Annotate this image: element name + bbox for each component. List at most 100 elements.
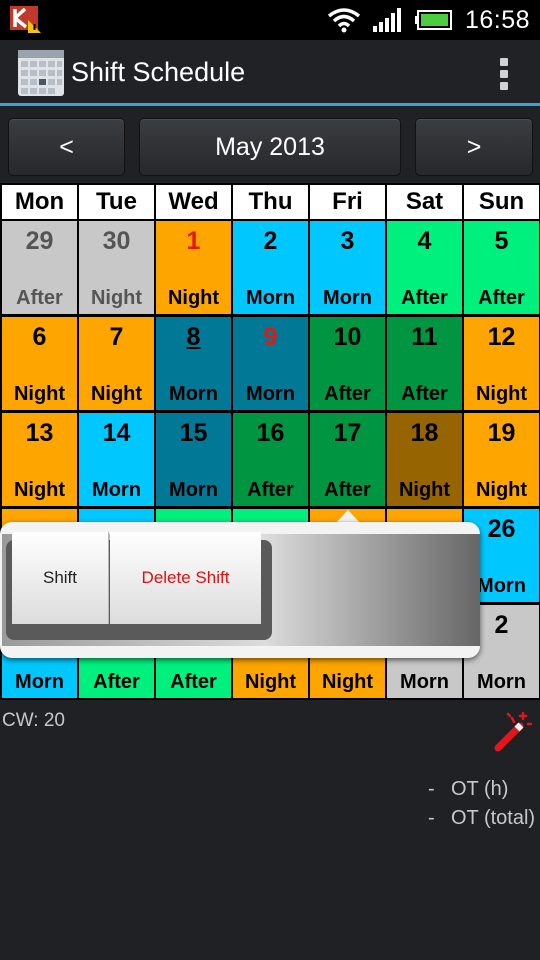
next-month-button[interactable]: > <box>415 118 533 176</box>
day-cell[interactable]: 7 Night <box>79 317 154 410</box>
shift-label: After <box>170 671 217 693</box>
day-cell[interactable]: 3 Morn <box>310 221 385 314</box>
day-number: 10 <box>333 323 362 351</box>
app-title: Shift Schedule <box>71 57 246 87</box>
day-cell[interactable]: 10 After <box>310 317 385 410</box>
day-number: 19 <box>487 419 516 447</box>
day-cell[interactable]: 8 Morn <box>156 317 231 410</box>
signal-icon <box>372 8 401 32</box>
weekday-header: Sat <box>387 185 462 219</box>
day-cell[interactable]: 29 After <box>2 221 77 314</box>
shift-label: Night <box>13 383 66 405</box>
shift-label: After <box>401 287 448 309</box>
shift-label: Night <box>475 383 528 405</box>
day-number: 2 <box>263 227 278 255</box>
weekday-header: Mon <box>2 185 77 219</box>
shift-label: Morn <box>15 671 64 693</box>
shift-label: After <box>16 287 63 309</box>
day-number: 11 <box>411 323 438 351</box>
wifi-icon <box>327 8 361 33</box>
shift-label: After <box>93 671 140 693</box>
magic-wand-icon[interactable] <box>492 710 532 754</box>
shift-label: Night <box>475 479 528 501</box>
ot-total-row: - OT (total) <box>428 807 535 830</box>
clock: 16:58 <box>464 5 530 34</box>
shift-label: Night <box>398 479 451 501</box>
shift-label: Morn <box>246 383 295 405</box>
shift-label: After <box>324 479 371 501</box>
calendar-week-label: CW: 20 <box>2 710 66 731</box>
shift-label: Morn <box>92 479 141 501</box>
day-cell[interactable]: 5 After <box>464 221 539 314</box>
shift-label: Night <box>167 287 220 309</box>
previous-month-button[interactable]: < <box>8 118 125 176</box>
day-cell[interactable]: 11 After <box>387 317 462 410</box>
delete-shift-button[interactable]: Delete Shift <box>110 532 261 624</box>
day-cell[interactable]: 9 Morn <box>233 317 308 410</box>
weekday-header: Sun <box>464 185 539 219</box>
status-bar: 16:58 <box>0 0 540 40</box>
weekday-header: Thu <box>233 185 308 219</box>
ot-hours-value: - <box>428 778 435 800</box>
calendar-app-icon[interactable] <box>18 50 64 96</box>
day-cell[interactable]: 2 Morn <box>233 221 308 314</box>
day-number: 15 <box>179 419 208 447</box>
day-number: 4 <box>417 227 432 255</box>
ot-total-label: OT (total) <box>451 807 536 829</box>
shift-label: Morn <box>246 287 295 309</box>
day-number: 12 <box>487 323 516 351</box>
day-number: 3 <box>340 227 355 255</box>
ot-hours-row: - OT (h) <box>428 778 508 801</box>
day-number: 16 <box>256 419 285 447</box>
shift-label: Morn <box>400 671 449 693</box>
day-number: 18 <box>410 419 439 447</box>
shift-label: After <box>478 287 525 309</box>
day-number: 5 <box>494 227 509 255</box>
shift-button[interactable]: Shift <box>12 532 109 624</box>
shift-label: After <box>324 383 371 405</box>
day-number: 17 <box>333 419 362 447</box>
shift-popup: Shift Delete Shift <box>0 522 480 658</box>
day-cell[interactable]: 14 Morn <box>79 413 154 506</box>
month-navigation: < May 2013 > <box>0 109 540 183</box>
weekday-header: Tue <box>79 185 154 219</box>
day-cell[interactable]: 19 Night <box>464 413 539 506</box>
ot-hours-label: OT (h) <box>451 778 509 800</box>
day-cell[interactable]: 17 After <box>310 413 385 506</box>
day-number: 30 <box>102 227 131 255</box>
day-cell[interactable]: 6 Night <box>2 317 77 410</box>
shift-label: Morn <box>323 287 372 309</box>
day-cell[interactable]: 4 After <box>387 221 462 314</box>
overflow-menu-icon[interactable] <box>498 58 510 92</box>
day-cell[interactable]: 1 Night <box>156 221 231 314</box>
shift-label: Night <box>90 287 143 309</box>
day-number: 29 <box>25 227 54 255</box>
day-cell[interactable]: 16 After <box>233 413 308 506</box>
shift-label: Night <box>244 671 297 693</box>
weekday-header: Wed <box>156 185 231 219</box>
shift-label: Morn <box>169 383 218 405</box>
day-number: 6 <box>32 323 47 351</box>
day-cell[interactable]: 12 Night <box>464 317 539 410</box>
shift-label: Morn <box>169 479 218 501</box>
shift-label: Night <box>321 671 374 693</box>
shift-label: Morn <box>477 671 526 693</box>
day-number: 9 <box>263 323 278 351</box>
day-cell[interactable]: 13 Night <box>2 413 77 506</box>
shift-label: After <box>401 383 448 405</box>
day-number: 13 <box>25 419 54 447</box>
day-cell[interactable]: 18 Night <box>387 413 462 506</box>
day-number: 14 <box>102 419 131 447</box>
day-number: 1 <box>186 227 201 255</box>
kaspersky-warning-icon <box>10 6 41 33</box>
day-cell[interactable]: 15 Morn <box>156 413 231 506</box>
shift-label: After <box>247 479 294 501</box>
shift-label: Night <box>13 479 66 501</box>
month-title-button[interactable]: May 2013 <box>139 118 401 176</box>
day-number: 8 <box>186 323 201 351</box>
day-cell[interactable]: 30 Night <box>79 221 154 314</box>
weekday-header: Fri <box>310 185 385 219</box>
ot-total-value: - <box>428 807 435 829</box>
battery-icon <box>414 10 452 30</box>
action-bar: Shift Schedule <box>0 40 540 106</box>
